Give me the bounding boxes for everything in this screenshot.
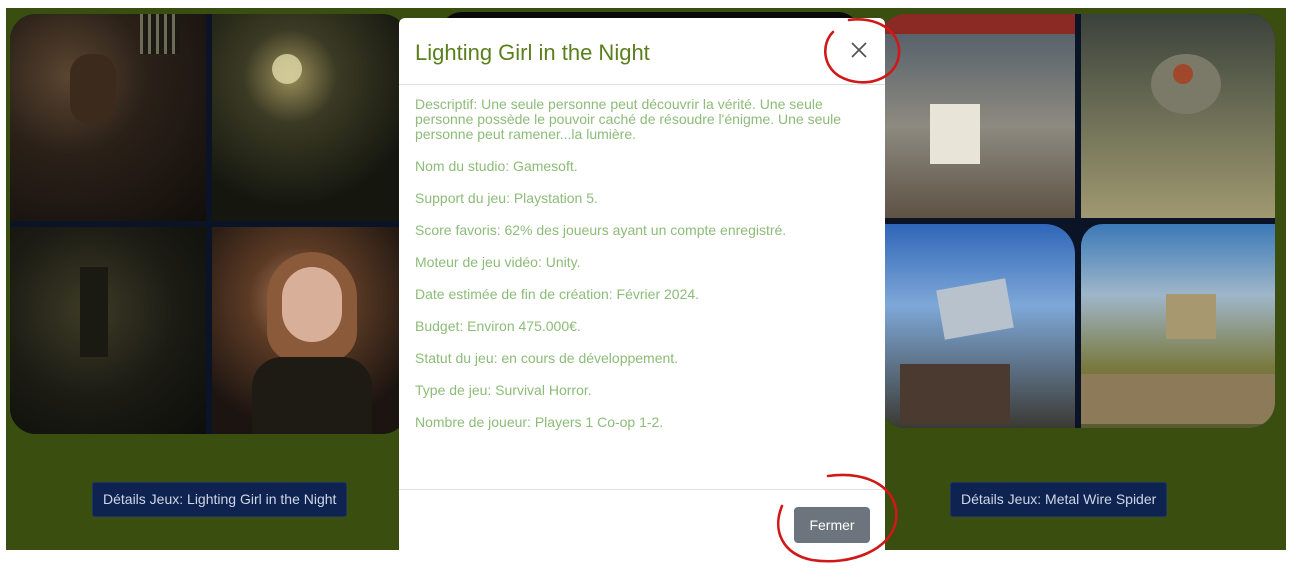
field-engine: Moteur de jeu vidéo: Unity. xyxy=(415,254,581,270)
image-tile xyxy=(880,224,1075,428)
image-tile xyxy=(10,227,206,434)
image-tile xyxy=(212,14,408,221)
field-status: Statut du jeu: en cours de développement… xyxy=(415,350,679,366)
field-player-count: Nombre de joueur: Players 1 Co-op 1-2. xyxy=(415,414,664,430)
close-icon[interactable] xyxy=(845,36,873,64)
field-platform: Support du jeu: Playstation 5. xyxy=(415,190,598,206)
field-favorite-score: Score favoris: 62% des joueurs ayant un … xyxy=(415,222,787,238)
field-budget: Budget: Environ 475.000€. xyxy=(415,318,581,334)
modal-footer: Fermer xyxy=(399,489,885,559)
details-button-lighting-girl[interactable]: Détails Jeux: Lighting Girl in the Night xyxy=(92,482,348,517)
modal-body: Descriptif: Une seule personne peut déco… xyxy=(399,85,885,430)
close-modal-button[interactable]: Fermer xyxy=(794,507,870,543)
details-button-metal-wire-spider[interactable]: Détails Jeux: Metal Wire Spider xyxy=(950,482,1168,517)
image-tile xyxy=(880,14,1075,218)
image-tile xyxy=(10,14,206,221)
field-release-date: Date estimée de fin de création: Février… xyxy=(415,286,700,302)
field-studio: Nom du studio: Gamesoft. xyxy=(415,158,578,174)
game-image-lighting-girl xyxy=(10,14,408,434)
field-description: Descriptif: Une seule personne peut déco… xyxy=(415,96,842,142)
modal-title: Lighting Girl in the Night xyxy=(415,40,650,65)
image-tile xyxy=(1080,14,1275,218)
image-tile xyxy=(1080,224,1275,428)
game-image-metal-wire-spider xyxy=(880,14,1275,428)
modal-header: Lighting Girl in the Night xyxy=(399,18,885,85)
field-game-type: Type de jeu: Survival Horror. xyxy=(415,382,592,398)
game-details-modal: Lighting Girl in the Night Descriptif: U… xyxy=(399,18,885,558)
image-tile xyxy=(212,227,408,434)
